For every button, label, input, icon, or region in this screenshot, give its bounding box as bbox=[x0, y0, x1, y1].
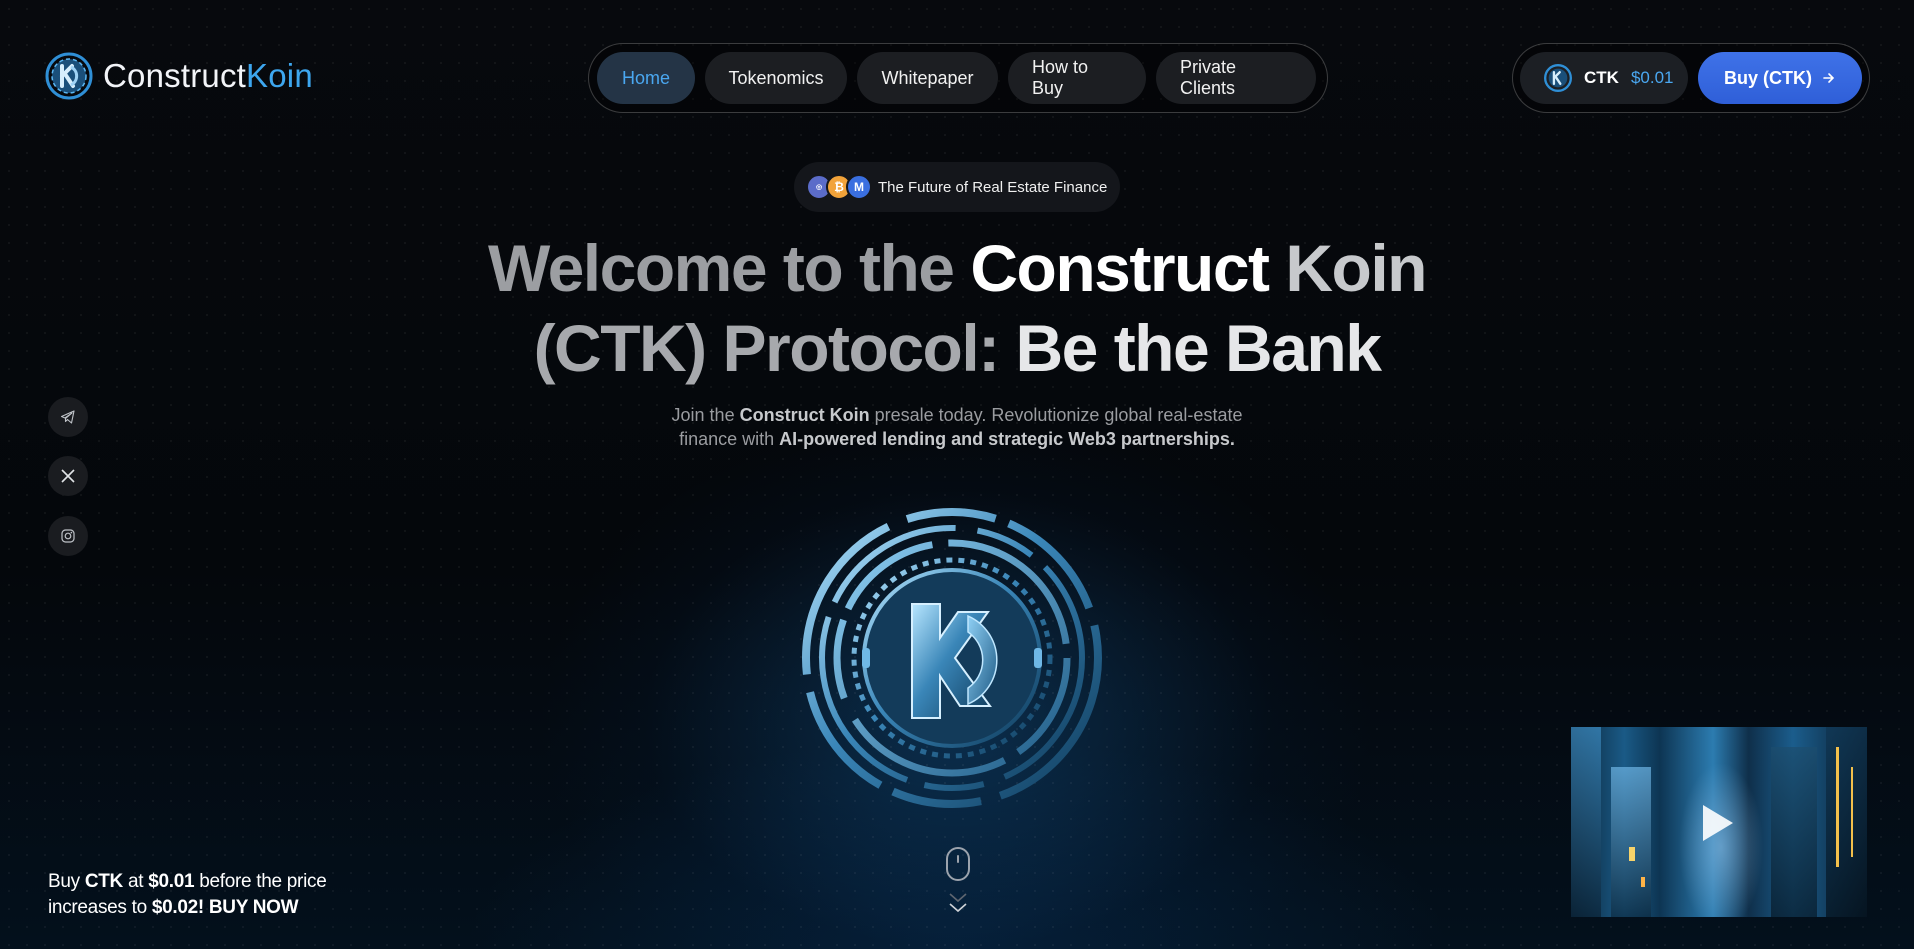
x-link[interactable] bbox=[48, 456, 88, 496]
x-icon bbox=[61, 469, 75, 483]
subtitle-p4: finance with bbox=[679, 429, 780, 449]
telegram-link[interactable] bbox=[48, 397, 88, 437]
chevron-down-icon bbox=[949, 893, 967, 913]
subtitle-p2: Construct Koin bbox=[739, 405, 870, 425]
instagram-link[interactable] bbox=[48, 516, 88, 556]
telegram-icon bbox=[60, 410, 75, 424]
promo-t5: before the price bbox=[194, 871, 327, 892]
partner-icons: ◎ ₿ M bbox=[806, 174, 872, 200]
promo-t2: CTK bbox=[84, 871, 123, 892]
promo-t3: at bbox=[122, 871, 149, 892]
construct-koin-logo-icon bbox=[45, 52, 93, 100]
instagram-icon bbox=[61, 529, 75, 543]
arrow-right-icon bbox=[1823, 73, 1835, 83]
ctk-token-icon bbox=[1544, 64, 1572, 92]
brand-name: ConstructKoin bbox=[103, 57, 313, 95]
brand-logo[interactable]: ConstructKoin bbox=[45, 52, 313, 100]
token-price: $0.01 bbox=[1630, 68, 1674, 87]
badge-text: The Future of Real Estate Finance bbox=[878, 178, 1108, 196]
subtitle-p3: presale today. Revolutionize global real… bbox=[869, 405, 1243, 425]
hero-badge: ◎ ₿ M The Future of Real Estate Finance bbox=[794, 162, 1120, 212]
scroll-mouse-icon[interactable] bbox=[946, 847, 970, 881]
promo-t7: $0.02! BUY NOW bbox=[151, 897, 299, 918]
brand-name-part1: Construct bbox=[103, 57, 247, 94]
nav-item-how-to-buy[interactable]: How to Buy bbox=[1008, 52, 1146, 104]
hero-subtitle: Join the Construct Koin presale today. R… bbox=[0, 403, 1914, 451]
coinmarketcap-icon: M bbox=[846, 174, 872, 200]
promo-t6: increases to bbox=[48, 897, 152, 918]
headline-line1-c: Koin bbox=[1285, 231, 1427, 305]
subtitle-p1: Join the bbox=[671, 405, 740, 425]
brand-name-part2: Koin bbox=[246, 57, 313, 94]
video-thumbnail[interactable] bbox=[1571, 727, 1867, 917]
token-symbol: CTK bbox=[1584, 68, 1619, 87]
nav-item-tokenomics[interactable]: Tokenomics bbox=[705, 52, 847, 104]
headline-line2-a: (CTK) Protocol: bbox=[533, 311, 1016, 385]
play-icon[interactable] bbox=[1703, 805, 1733, 841]
nav-item-whitepaper[interactable]: Whitepaper bbox=[857, 52, 998, 104]
nav-item-private-clients[interactable]: Private Clients bbox=[1156, 52, 1316, 104]
headline-line1-a: Welcome to the bbox=[487, 231, 971, 305]
hero-headline: Welcome to the Construct Koin (CTK) Prot… bbox=[0, 228, 1914, 388]
buy-button-label: Buy (CTK) bbox=[1724, 67, 1812, 88]
header-cta-group: CTK $0.01 Buy (CTK) bbox=[1512, 43, 1870, 113]
subtitle-p5: AI-powered lending and strategic Web3 pa… bbox=[779, 429, 1235, 449]
promo-text[interactable]: Buy CTK at $0.01 before the price increa… bbox=[48, 869, 327, 921]
promo-t1: Buy bbox=[48, 871, 85, 892]
nav-item-home[interactable]: Home bbox=[597, 52, 695, 104]
buy-ctk-button[interactable]: Buy (CTK) bbox=[1698, 52, 1862, 104]
promo-t4: $0.01 bbox=[148, 871, 195, 892]
ctk-coin-emblem bbox=[802, 508, 1102, 808]
token-price-pill[interactable]: CTK $0.01 bbox=[1520, 52, 1688, 104]
main-nav: Home Tokenomics Whitepaper How to Buy Pr… bbox=[588, 43, 1328, 113]
headline-line2-b: Be the Bank bbox=[1015, 311, 1382, 385]
headline-line1-b: Construct bbox=[970, 231, 1286, 305]
